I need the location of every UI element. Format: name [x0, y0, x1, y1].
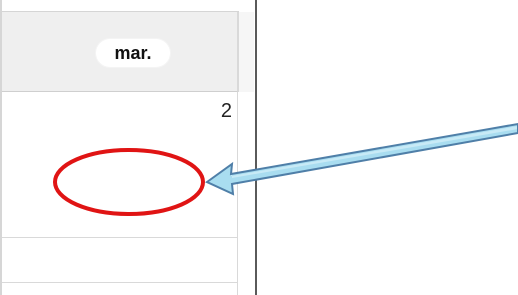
- highlight-circle: [53, 148, 205, 216]
- annotation-overlay: [53, 122, 518, 216]
- pointer-arrow-highlight: [231, 126, 518, 178]
